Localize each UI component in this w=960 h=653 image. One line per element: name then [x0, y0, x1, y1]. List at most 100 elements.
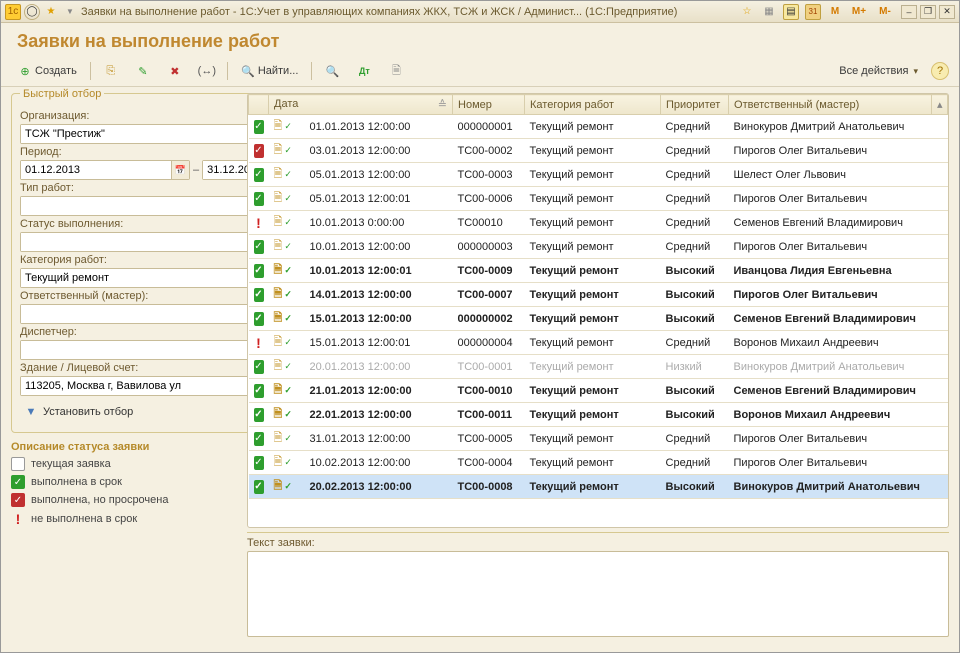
cell-priority: Средний — [661, 451, 729, 475]
cell-priority: Высокий — [661, 403, 729, 427]
cell-responsible: Пирогов Олег Витальевич — [729, 139, 932, 163]
favorite-icon[interactable]: ★ — [43, 4, 59, 20]
table-row[interactable]: ✓🗎✓20.01.2013 12:00:00ТС00-0001Текущий р… — [249, 355, 948, 379]
minimize-button[interactable]: – — [901, 5, 917, 19]
legend-title: Описание статуса заявки — [11, 441, 239, 453]
app-icon: 1c — [5, 4, 21, 20]
table-row[interactable]: ✓🗎✓03.01.2013 12:00:00ТС00-0002Текущий р… — [249, 139, 948, 163]
period-dash: – — [193, 164, 199, 176]
doc-icon: 🗎 — [274, 333, 283, 352]
cell-priority: Средний — [661, 211, 729, 235]
calendar-tb-icon[interactable]: 31 — [805, 4, 821, 20]
cell-category: Текущий ремонт — [525, 427, 661, 451]
cell-date: 20.02.2013 12:00:00 — [305, 475, 453, 499]
nav-back-icon[interactable]: ◯ — [24, 4, 40, 20]
all-actions-button[interactable]: Все действия — [832, 60, 925, 82]
date-from-field[interactable]: 📅 — [20, 160, 190, 180]
table-row[interactable]: ✓🗎✓10.01.2013 12:00:00000000003Текущий р… — [249, 235, 948, 259]
col-scroll-header: ▴ — [932, 95, 948, 115]
dt-kt-button[interactable]: Дт — [350, 60, 378, 82]
status-done-ok-icon: ✓ — [11, 475, 25, 489]
calc-tb-icon[interactable]: ▤ — [783, 4, 799, 20]
find-button[interactable]: 🔍 Найти... — [234, 60, 306, 82]
cell-date: 22.01.2013 12:00:00 — [305, 403, 453, 427]
status-done-ok-icon: ✓ — [254, 192, 264, 206]
table-row[interactable]: ✓🗎✓20.02.2013 12:00:00ТС00-0008Текущий р… — [249, 475, 948, 499]
cell-priority: Высокий — [661, 283, 729, 307]
swap-button[interactable]: (↔) — [193, 60, 221, 82]
calendar-icon[interactable]: 📅 — [171, 161, 189, 179]
doc-icon: 🗎 — [274, 309, 283, 328]
table-row[interactable]: ✓🗎✓05.01.2013 12:00:01ТС00-0006Текущий р… — [249, 187, 948, 211]
table-header-row: Дата≙ Номер Категория работ Приоритет От… — [249, 95, 948, 115]
status-done-ok-icon: ✓ — [254, 168, 264, 182]
status-done-ok-icon: ✓ — [254, 312, 264, 326]
table-row[interactable]: ✓🗎✓15.01.2013 12:00:00000000002Текущий р… — [249, 307, 948, 331]
edit-button[interactable]: ✎ — [129, 60, 157, 82]
cell-category: Текущий ремонт — [525, 139, 661, 163]
content: Быстрый отбор Организация: … × 🔍 Период: — [1, 87, 959, 652]
grid-tb-icon[interactable]: ▦ — [761, 4, 777, 20]
cell-number: 000000003 — [453, 235, 525, 259]
copy-button[interactable]: ⎘ — [97, 60, 125, 82]
help-button[interactable]: ? — [931, 62, 949, 80]
cell-responsible: Семенов Евгений Владимирович — [729, 379, 932, 403]
date-from-input[interactable] — [21, 161, 171, 179]
create-button[interactable]: ⊕ Создать — [11, 60, 84, 82]
doc-icon: 🗎 — [274, 261, 283, 280]
cell-number: ТС00-0001 — [453, 355, 525, 379]
cell-date: 14.01.2013 12:00:00 — [305, 283, 453, 307]
cell-responsible: Воронов Михаил Андреевич — [729, 331, 932, 355]
dropdown-icon[interactable]: ▼ — [62, 4, 78, 20]
doc-icon: 🗎 — [274, 477, 283, 496]
main-window: 1c ◯ ★ ▼ Заявки на выполнение работ - 1С… — [0, 0, 960, 653]
table-row[interactable]: ✓🗎✓10.01.2013 12:00:01ТС00-0009Текущий р… — [249, 259, 948, 283]
status-done-ok-icon: ✓ — [254, 456, 264, 470]
report-button[interactable]: 🗎 — [382, 60, 410, 82]
posted-icon: ✓ — [284, 361, 292, 372]
status-done-ok-icon: ✓ — [254, 408, 264, 422]
maximize-button[interactable]: ❐ — [920, 5, 936, 19]
status-current-icon — [11, 457, 25, 471]
posted-icon: ✓ — [284, 337, 292, 348]
m-minus-button[interactable]: M- — [875, 4, 895, 20]
delete-button[interactable]: ✖ — [161, 60, 189, 82]
star-tb-icon[interactable]: ☆ — [739, 4, 755, 20]
table-row[interactable]: ✓🗎✓22.01.2013 12:00:00ТС00-0011Текущий р… — [249, 403, 948, 427]
cell-number: ТС00-0004 — [453, 451, 525, 475]
cell-date: 10.01.2013 12:00:00 — [305, 235, 453, 259]
table-row[interactable]: ✓🗎✓21.01.2013 12:00:00ТС00-0010Текущий р… — [249, 379, 948, 403]
m-plus-button[interactable]: M+ — [849, 4, 869, 20]
cell-category: Текущий ремонт — [525, 379, 661, 403]
col-priority-header[interactable]: Приоритет — [661, 95, 729, 115]
sort-icon: ≙ — [438, 98, 447, 111]
col-number-header[interactable]: Номер — [453, 95, 525, 115]
status-legend: Описание статуса заявки текущая заявка ✓… — [11, 441, 239, 531]
col-status-header[interactable] — [249, 95, 269, 115]
legend-current: текущая заявка — [31, 458, 111, 470]
cell-responsible: Пирогов Олег Витальевич — [729, 187, 932, 211]
col-category-header[interactable]: Категория работ — [525, 95, 661, 115]
status-done-late-icon: ✓ — [254, 144, 264, 158]
table-row[interactable]: ✓🗎✓01.01.2013 12:00:00000000001Текущий р… — [249, 115, 948, 139]
detail-text[interactable] — [247, 551, 949, 637]
cell-priority: Средний — [661, 163, 729, 187]
search-cancel-button[interactable]: 🔍 — [318, 60, 346, 82]
posted-icon: ✓ — [284, 121, 292, 132]
col-responsible-header[interactable]: Ответственный (мастер) — [729, 95, 932, 115]
posted-icon: ✓ — [284, 433, 292, 444]
grid-scroll[interactable]: Дата≙ Номер Категория работ Приоритет От… — [248, 94, 948, 527]
status-done-ok-icon: ✓ — [254, 120, 264, 134]
table-row[interactable]: ✓🗎✓31.01.2013 12:00:00ТС00-0005Текущий р… — [249, 427, 948, 451]
m-button[interactable]: M — [827, 4, 843, 20]
col-date-header[interactable]: Дата≙ — [269, 95, 453, 115]
table-row[interactable]: ✓🗎✓10.02.2013 12:00:00ТС00-0004Текущий р… — [249, 451, 948, 475]
delete-icon: ✖ — [168, 64, 182, 78]
table-row[interactable]: ✓🗎✓14.01.2013 12:00:00ТС00-0007Текущий р… — [249, 283, 948, 307]
find-label: Найти... — [258, 65, 299, 77]
table-row[interactable]: !🗎✓15.01.2013 12:00:01000000004Текущий р… — [249, 331, 948, 355]
table-row[interactable]: !🗎✓10.01.2013 0:00:00ТС00010Текущий ремо… — [249, 211, 948, 235]
cell-category: Текущий ремонт — [525, 331, 661, 355]
close-button[interactable]: ✕ — [939, 5, 955, 19]
table-row[interactable]: ✓🗎✓05.01.2013 12:00:00ТС00-0003Текущий р… — [249, 163, 948, 187]
